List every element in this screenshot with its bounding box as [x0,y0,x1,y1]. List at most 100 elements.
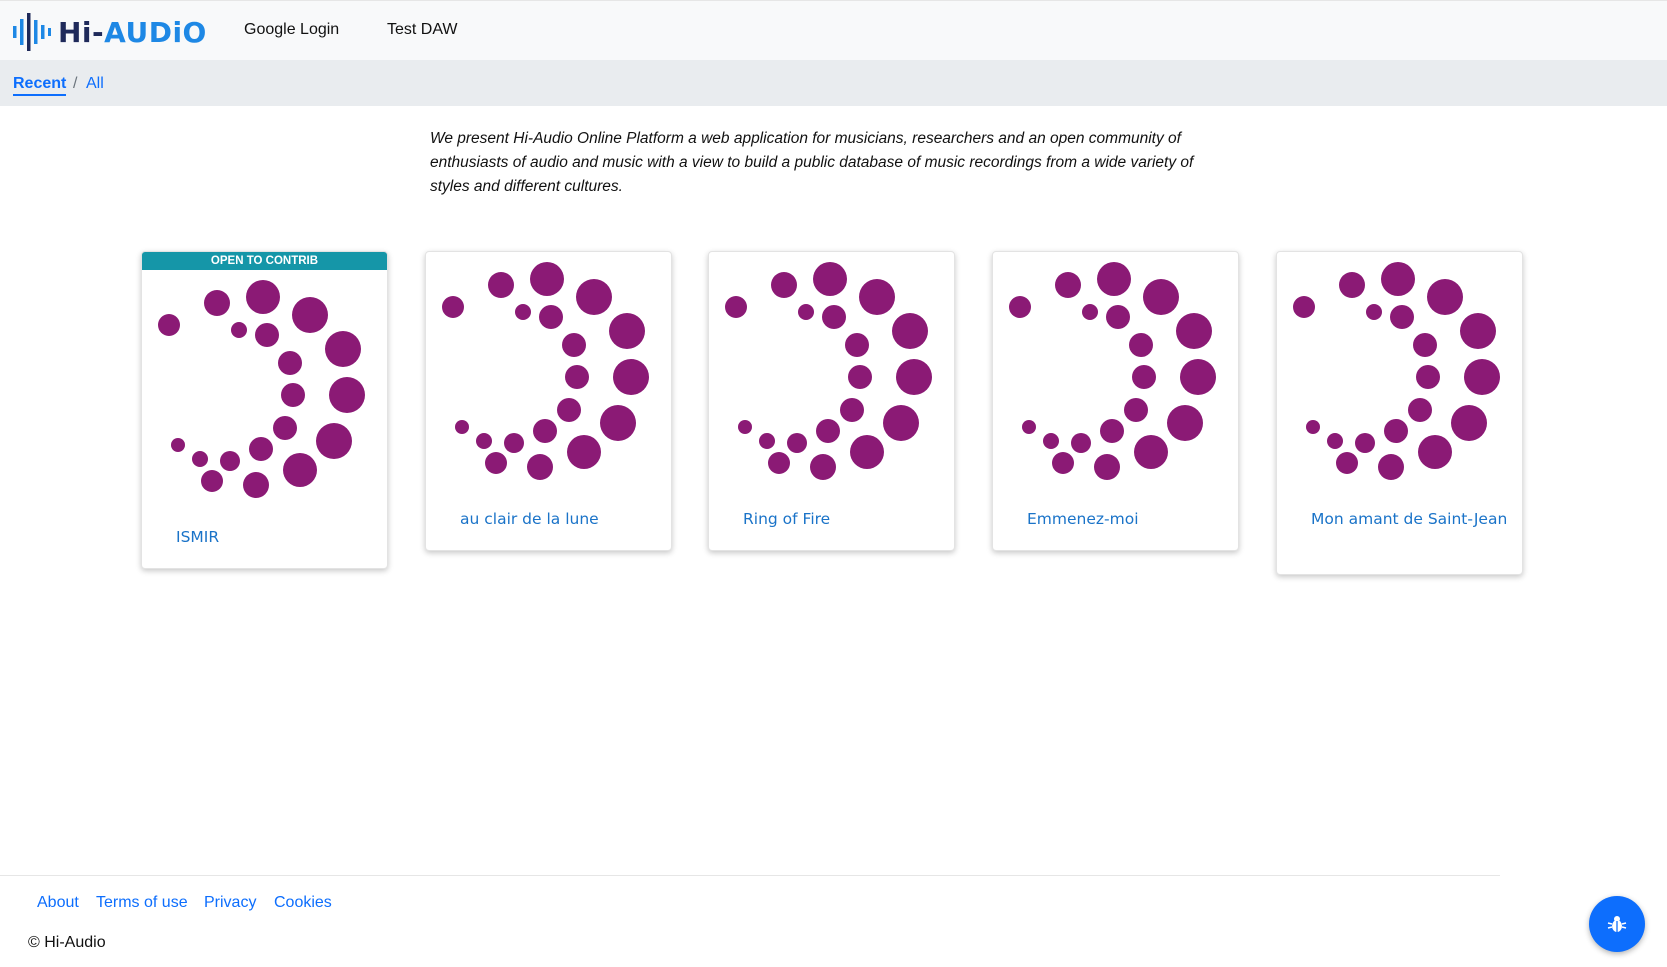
art-dot [787,433,807,453]
art-dot [204,290,230,316]
page: Hi-AUDiO Google Login Test DAW Recent / … [0,0,1667,967]
nav-test-daw[interactable]: Test DAW [387,21,458,39]
art-dot [1176,313,1212,349]
art-dot [1143,279,1179,315]
art-dot [316,423,352,459]
art-dot [1427,279,1463,315]
art-dot [1416,365,1440,389]
intro-text: We present Hi-Audio Online Platform a we… [430,130,1194,195]
art-dot [504,433,524,453]
art-dot [246,280,280,314]
art-dot [201,470,223,492]
art-dot [1418,435,1452,469]
art-dot [1132,365,1156,389]
footer-terms-link[interactable]: Terms of use [96,894,188,912]
art-dot [476,433,492,449]
art-dot [329,377,365,413]
art-dot [1134,435,1168,469]
art-dot [192,451,208,467]
art-dot [220,451,240,471]
art-dot [1009,296,1031,318]
art-dot [1355,433,1375,453]
dot-crescent-icon [725,262,932,480]
art-dot [515,304,531,320]
art-dot [281,383,305,407]
art-dot [1071,433,1091,453]
art-dot [859,279,895,315]
footer-about-link[interactable]: About [37,894,79,912]
art-dot [609,313,645,349]
tab-all[interactable]: All [86,75,104,93]
song-card-mon-amant[interactable]: Mon amant de Saint-Jean [1276,251,1523,575]
brand-logo[interactable]: Hi-AUDiO [12,13,207,51]
art-dot [1293,296,1315,318]
art-dot [892,313,928,349]
art-dot [1384,419,1408,443]
art-dot [1180,359,1216,395]
art-dot [557,398,581,422]
art-dot [1052,452,1074,474]
dot-crescent-icon [442,262,649,480]
song-card-ring-of-fire[interactable]: Ring of Fire [708,251,955,551]
art-dot [576,279,612,315]
art-dot [455,420,469,434]
art-dot [600,405,636,441]
art-dot [1022,420,1036,434]
art-dot [1464,359,1500,395]
brand-name: Hi-AUDiO [58,16,207,49]
art-dot [613,359,649,395]
dot-crescent-icon [158,280,365,498]
art-dot [813,262,847,296]
art-dot [1094,454,1120,480]
copyright: © Hi-Audio [28,934,106,951]
top-navbar: Hi-AUDiO Google Login Test DAW [0,0,1667,60]
art-dot [1327,433,1343,449]
song-title[interactable]: ISMIR [158,525,373,550]
art-dot [530,262,564,296]
art-dot [771,272,797,298]
bug-icon [1607,916,1627,932]
art-dot [1306,420,1320,434]
art-dot [848,365,872,389]
status-badge: OPEN TO CONTRIB [142,252,387,270]
art-dot [442,296,464,318]
footer-privacy-link[interactable]: Privacy [204,894,256,912]
art-dot [485,452,507,474]
art-dot [231,322,247,338]
song-title[interactable]: Mon amant de Saint-Jean [1293,507,1508,532]
nav-google-login[interactable]: Google Login [244,21,339,39]
art-dot [1339,272,1365,298]
footer-cookies-link[interactable]: Cookies [274,894,332,912]
song-card-ismir[interactable]: OPEN TO CONTRIB ISMIR [141,251,388,569]
breadcrumb-separator: / [73,75,78,92]
art-dot [1336,452,1358,474]
art-dot [527,454,553,480]
art-dot [798,304,814,320]
bug-report-button[interactable] [1589,896,1645,952]
art-dot [1043,433,1059,449]
song-title[interactable]: Ring of Fire [725,507,940,532]
art-dot [1381,262,1415,296]
art-dot [759,433,775,449]
art-dot [255,323,279,347]
song-title[interactable]: au clair de la lune [442,507,657,532]
art-dot [883,405,919,441]
art-dot [850,435,884,469]
art-dot [325,331,361,367]
tab-recent[interactable]: Recent [13,75,67,96]
art-dot [725,296,747,318]
art-dot [278,351,302,375]
art-dot [488,272,514,298]
art-dot [1451,405,1487,441]
song-card-emmenez-moi[interactable]: Emmenez-moi [992,251,1239,551]
song-card-au-clair[interactable]: au clair de la lune [425,251,672,551]
art-dot [243,472,269,498]
art-dot [1413,333,1437,357]
art-dot [249,437,273,461]
art-dot [158,314,180,336]
art-dot [1106,305,1130,329]
song-title[interactable]: Emmenez-moi [1009,507,1224,532]
art-dot [539,305,563,329]
art-dot [1100,419,1124,443]
art-dot [1390,305,1414,329]
